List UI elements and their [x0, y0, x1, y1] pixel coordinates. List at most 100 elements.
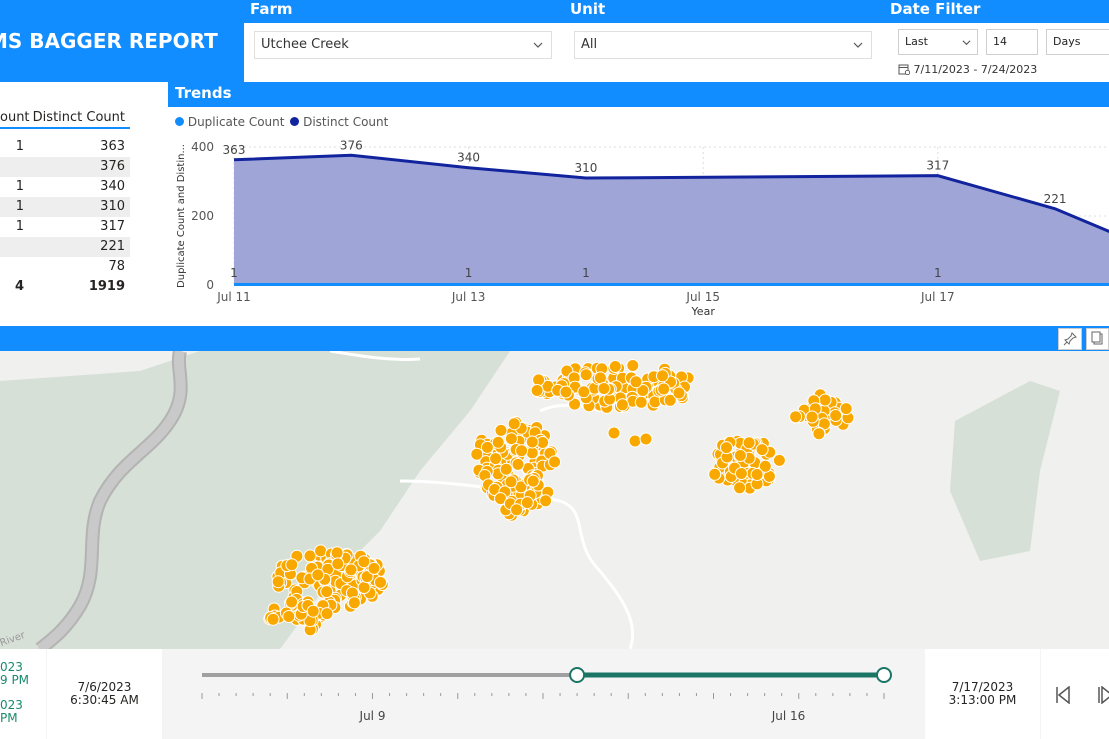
unit-dropdown[interactable]: All [574, 31, 872, 59]
location-marker[interactable] [657, 382, 671, 396]
location-marker[interactable] [629, 375, 643, 389]
location-marker[interactable] [311, 568, 325, 582]
location-marker[interactable] [511, 457, 525, 471]
x-axis-label: Year [691, 305, 716, 318]
location-marker[interactable] [634, 395, 648, 409]
location-marker[interactable] [494, 423, 508, 437]
location-marker[interactable] [330, 546, 344, 560]
location-marker[interactable] [720, 441, 733, 455]
location-marker[interactable] [525, 435, 539, 449]
location-marker[interactable] [285, 595, 299, 609]
timeline-tick-label: Jul 16 [771, 709, 806, 723]
table-row[interactable]: 1 340 [0, 177, 130, 197]
table-row[interactable]: 221 [0, 237, 130, 257]
location-marker[interactable] [320, 607, 334, 621]
location-marker[interactable] [626, 359, 640, 372]
location-marker[interactable] [772, 453, 786, 467]
location-marker[interactable] [525, 446, 539, 460]
copy-visual-button[interactable] [1086, 328, 1109, 350]
duplicate-count-cell: 1 [15, 219, 24, 234]
location-marker[interactable] [344, 563, 358, 577]
location-marker[interactable] [491, 435, 505, 449]
table-total-row: 4 1919 [0, 277, 130, 297]
table-col2-header: Distinct Count [32, 110, 125, 125]
location-marker[interactable] [789, 410, 803, 424]
calendar-icon [898, 64, 911, 76]
date-amount-input[interactable]: 14 [986, 29, 1038, 55]
location-marker[interactable] [607, 426, 621, 440]
location-marker[interactable] [285, 558, 299, 572]
location-marker[interactable] [734, 467, 748, 480]
farm-dropdown[interactable]: Utchee Creek [254, 31, 552, 59]
location-marker[interactable] [526, 474, 540, 488]
location-marker[interactable] [839, 402, 853, 416]
location-marker[interactable] [608, 360, 622, 373]
location-marker[interactable] [515, 444, 529, 458]
location-marker[interactable] [818, 393, 832, 407]
location-marker[interactable] [656, 369, 669, 383]
map-canvas[interactable]: River [0, 351, 1109, 649]
location-marker[interactable] [374, 575, 387, 589]
table-row[interactable]: 78 [0, 257, 130, 277]
location-marker[interactable] [489, 452, 503, 466]
location-marker[interactable] [742, 436, 756, 450]
location-marker[interactable] [628, 434, 642, 448]
location-marker[interactable] [507, 417, 521, 431]
location-marker[interactable] [510, 503, 524, 517]
table-row[interactable]: 1 363 [0, 137, 130, 157]
location-marker[interactable] [357, 581, 371, 594]
date-period-dropdown[interactable]: Days [1046, 29, 1109, 55]
table-row[interactable]: 1 317 [0, 217, 130, 237]
location-marker[interactable] [320, 585, 334, 599]
location-marker[interactable] [306, 604, 320, 618]
location-marker[interactable] [708, 467, 722, 481]
table-row[interactable]: 1 310 [0, 197, 130, 217]
location-marker[interactable] [520, 496, 534, 510]
location-marker[interactable] [812, 427, 826, 441]
location-marker[interactable] [480, 440, 494, 454]
location-marker[interactable] [504, 475, 518, 489]
location-marker[interactable] [559, 385, 573, 399]
location-marker[interactable] [579, 368, 593, 382]
location-marker[interactable] [733, 481, 747, 495]
location-marker[interactable] [314, 544, 328, 558]
location-marker[interactable] [577, 385, 591, 399]
legend-item-distinct[interactable]: Distinct Count [303, 115, 388, 129]
location-marker[interactable] [539, 494, 553, 508]
location-marker[interactable] [755, 443, 769, 457]
location-marker[interactable] [548, 455, 562, 469]
location-marker[interactable] [750, 468, 764, 481]
location-marker[interactable] [615, 398, 629, 412]
location-marker[interactable] [367, 561, 381, 575]
location-marker[interactable] [271, 575, 285, 589]
location-marker[interactable] [532, 373, 546, 387]
timeline-track[interactable]: Jul 9 Jul 16 [162, 649, 925, 739]
location-marker[interactable] [733, 449, 747, 462]
location-marker[interactable] [639, 432, 653, 446]
date-mode-dropdown[interactable]: Last [898, 29, 978, 55]
timeline-end-box: 7/17/2023 3:13:00 PM [925, 649, 1040, 739]
location-marker[interactable] [597, 382, 611, 395]
location-marker[interactable] [470, 447, 484, 461]
location-marker[interactable] [530, 384, 544, 397]
location-marker[interactable] [672, 386, 686, 400]
location-marker[interactable] [266, 612, 280, 626]
timeline-end-handle[interactable] [876, 667, 892, 683]
location-marker[interactable] [829, 409, 843, 422]
legend-item-duplicate[interactable]: Duplicate Count [188, 115, 285, 129]
timeline-start-handle[interactable] [569, 667, 586, 683]
location-marker[interactable] [499, 462, 513, 476]
date-range-text: 7/11/2023 - 7/24/2023 [913, 63, 1038, 76]
timeline-partial-labels: 023 9 PM 023 PM [0, 649, 46, 739]
timeline-tick-label: Jul 9 [359, 709, 386, 723]
location-marker[interactable] [282, 610, 296, 623]
pin-visual-button[interactable] [1058, 328, 1082, 350]
table-row[interactable]: 376 [0, 157, 130, 177]
location-marker[interactable] [331, 557, 345, 571]
location-marker[interactable] [805, 410, 819, 424]
map-visual[interactable]: River [0, 351, 1109, 649]
location-marker[interactable] [504, 432, 518, 446]
step-back-icon[interactable] [1055, 686, 1071, 704]
play-icon[interactable] [1097, 686, 1109, 704]
location-marker[interactable] [347, 596, 361, 610]
